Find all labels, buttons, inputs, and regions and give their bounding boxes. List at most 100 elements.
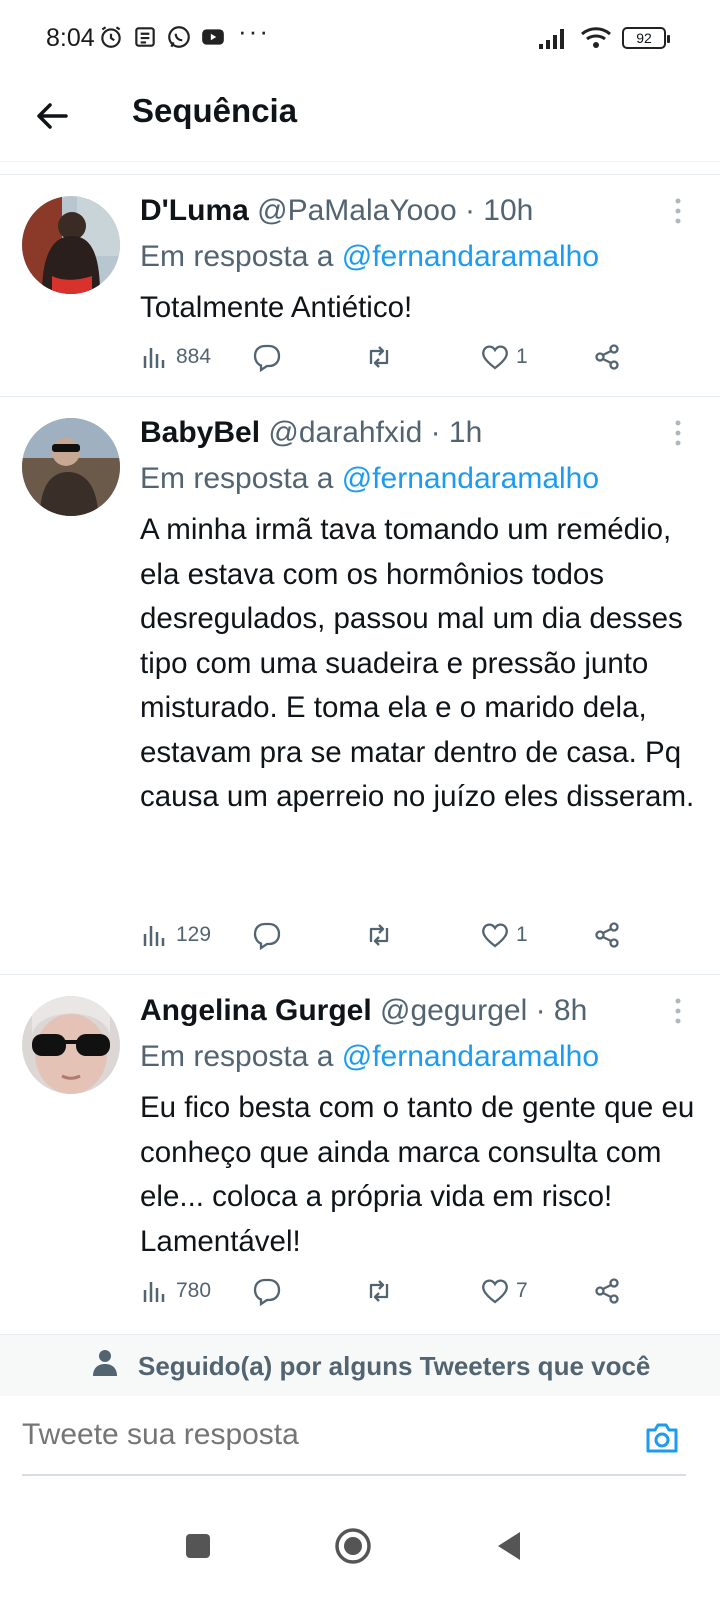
reply-icon (253, 922, 281, 950)
tweet-card[interactable]: D'Luma @PaMalaYooo · 10h Em resposta a @… (0, 194, 720, 394)
views-icon (143, 926, 165, 946)
author-handle: @PaMalaYooo (257, 194, 457, 227)
tweet-text: Totalmente Antiético! (140, 291, 413, 324)
top-app-bar: Sequência (0, 80, 720, 162)
tweet-actions: 884 1 (140, 342, 640, 378)
mention-link[interactable]: @fernandaramalho (342, 1040, 599, 1073)
retweet-icon (369, 1280, 389, 1302)
views-icon (143, 1282, 165, 1302)
like-icon (482, 1279, 508, 1304)
tweet-card[interactable]: Angelina Gurgel @gegurgel · 8h Em respos… (0, 994, 720, 1330)
recents-icon[interactable] (178, 1526, 218, 1566)
reply-prefix: Em resposta a (140, 1040, 342, 1073)
reply-context: Em resposta a @fernandaramalho (140, 240, 599, 274)
divider (0, 974, 720, 975)
like-button[interactable]: 1 (480, 342, 528, 372)
divider (0, 174, 720, 175)
views-count: 780 (176, 1279, 212, 1302)
tweet-card[interactable]: BabyBel @darahfxid · 1h Em resposta a @f… (0, 416, 720, 972)
reply-button[interactable] (252, 1276, 282, 1306)
views-count: 129 (176, 923, 212, 946)
retweet-button[interactable] (364, 342, 394, 372)
mention-link[interactable]: @fernandaramalho (342, 462, 599, 495)
more-icon[interactable] (670, 996, 686, 1026)
status-more-dots: ··· (238, 16, 270, 46)
author-name[interactable]: Angelina Gurgel (140, 994, 372, 1027)
camera-icon[interactable] (642, 1418, 682, 1458)
page-title: Sequência (132, 92, 298, 129)
author-name[interactable]: D'Luma (140, 194, 249, 227)
retweet-icon (369, 924, 389, 946)
news-icon (135, 27, 155, 47)
signal-icon (539, 29, 564, 49)
person-icon (93, 1350, 117, 1376)
views-icon (143, 348, 165, 368)
share-icon (595, 1278, 619, 1304)
like-count: 7 (516, 1279, 528, 1302)
reply-icon (253, 344, 281, 372)
reply-underline (22, 1474, 686, 1476)
alarm-icon (101, 26, 121, 48)
back-nav-icon[interactable] (490, 1526, 530, 1566)
retweet-icon (369, 346, 389, 368)
reply-icon (253, 1278, 281, 1306)
tweet-header: D'Luma @PaMalaYooo · 10h (140, 194, 533, 228)
author-name[interactable]: BabyBel (140, 416, 260, 449)
followed-by-banner[interactable]: Seguido(a) por alguns Tweeters que você (0, 1334, 720, 1396)
share-icon (595, 922, 619, 948)
share-icon (595, 344, 619, 370)
status-system-icons: 92 (538, 26, 670, 50)
reply-prefix: Em resposta a (140, 462, 342, 495)
tweet-actions: 129 1 (140, 920, 640, 956)
tweet-header: Angelina Gurgel @gegurgel · 8h (140, 994, 587, 1028)
battery-icon: 92 (622, 27, 670, 49)
share-button[interactable] (592, 1276, 622, 1306)
status-bar: 8:04 ··· 92 (0, 0, 720, 80)
reply-button[interactable] (252, 342, 282, 372)
reply-button[interactable] (252, 920, 282, 950)
views-button[interactable]: 780 (140, 1276, 211, 1306)
reply-context: Em resposta a @fernandaramalho (140, 1040, 599, 1074)
tweet-time: · 8h (535, 994, 588, 1027)
like-icon (482, 923, 508, 948)
followed-by-text: Seguido(a) por alguns Tweeters que você (138, 1351, 651, 1381)
like-count: 1 (516, 345, 528, 368)
mention-link[interactable]: @fernandaramalho (342, 240, 599, 273)
like-count: 1 (516, 923, 528, 946)
tweet-actions: 780 7 (140, 1276, 640, 1312)
share-button[interactable] (592, 342, 622, 372)
retweet-button[interactable] (364, 920, 394, 950)
whatsapp-icon (168, 26, 190, 48)
system-nav-bar (0, 1492, 720, 1600)
status-time: 8:04 (46, 24, 95, 52)
home-icon[interactable] (333, 1526, 373, 1566)
views-button[interactable]: 884 (140, 342, 211, 372)
more-icon[interactable] (670, 418, 686, 448)
back-arrow-icon[interactable] (30, 94, 74, 138)
reply-input[interactable] (22, 1418, 622, 1452)
youtube-icon (202, 29, 224, 45)
avatar[interactable] (22, 196, 120, 294)
reply-composer (0, 1396, 720, 1482)
tweet-time: · 1h (430, 416, 483, 449)
tweet-time: · 10h (464, 194, 534, 227)
views-count: 884 (176, 345, 212, 368)
share-button[interactable] (592, 920, 622, 950)
like-button[interactable]: 1 (480, 920, 528, 950)
reply-prefix: Em resposta a (140, 240, 342, 273)
divider (0, 396, 720, 397)
wifi-icon (581, 27, 611, 48)
status-notification-icons (98, 24, 226, 50)
like-icon (482, 345, 508, 370)
avatar[interactable] (22, 996, 120, 1094)
retweet-button[interactable] (364, 1276, 394, 1306)
tweet-text: A minha irmã tava tomando um remédio, el… (140, 513, 695, 813)
reply-context: Em resposta a @fernandaramalho (140, 462, 599, 496)
author-handle: @darahfxid (268, 416, 423, 449)
views-button[interactable]: 129 (140, 920, 211, 950)
author-handle: @gegurgel (380, 994, 528, 1027)
tweet-text: Eu fico besta com o tanto de gente que e… (140, 1091, 695, 1258)
like-button[interactable]: 7 (480, 1276, 528, 1306)
more-icon[interactable] (670, 196, 686, 226)
avatar[interactable] (22, 418, 120, 516)
